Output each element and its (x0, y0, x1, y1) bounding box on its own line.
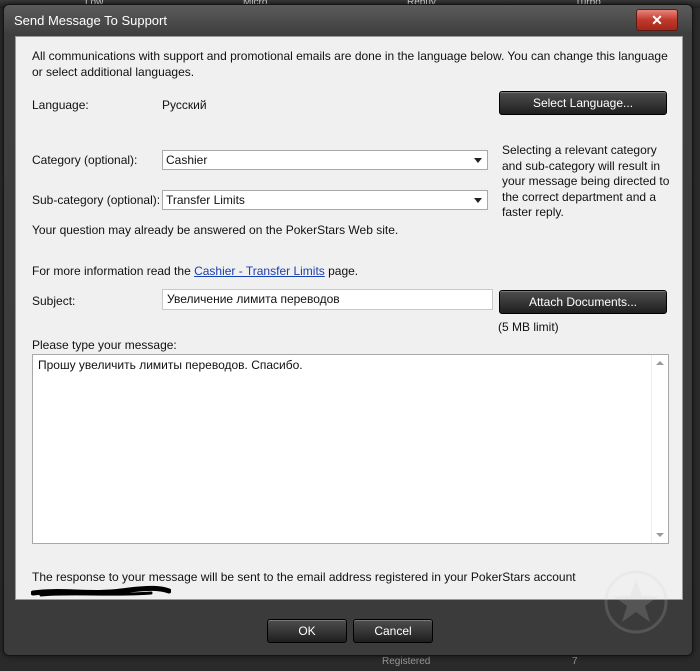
dialog-content: All communications with support and prom… (15, 36, 683, 600)
cancel-button[interactable]: Cancel (353, 619, 433, 643)
attach-documents-label: Attach Documents... (528, 295, 638, 309)
subcategory-dropdown[interactable]: Transfer Limits (162, 190, 488, 210)
background-footer (0, 655, 700, 671)
subcategory-label: Sub-category (optional): (32, 193, 161, 207)
message-textarea[interactable]: Прошу увеличить лимиты переводов. Спасиб… (32, 354, 669, 544)
message-label: Please type your message: (32, 338, 177, 352)
attach-limit-note: (5 MB limit) (498, 320, 559, 334)
more-info-prefix: For more information read the (32, 264, 195, 278)
scroll-down-icon[interactable] (656, 533, 664, 537)
cancel-label: Cancel (374, 624, 412, 638)
ok-button[interactable]: OK (267, 619, 347, 643)
subject-label: Subject: (32, 294, 76, 308)
close-button[interactable]: ✕ (636, 9, 678, 31)
category-selected: Cashier (166, 153, 208, 167)
more-info-text: For more information read the Cashier - … (32, 264, 358, 278)
category-dropdown[interactable]: Cashier (162, 150, 488, 170)
language-label: Language: (32, 98, 89, 112)
subject-input[interactable]: Увеличение лимита переводов (162, 289, 493, 310)
bg-status-text: Registered (382, 656, 431, 667)
attach-documents-button[interactable]: Attach Documents... (499, 290, 667, 314)
select-language-label: Select Language... (532, 96, 634, 110)
response-note: The response to your message will be sen… (32, 570, 576, 584)
dialog-title: Send Message To Support (14, 13, 167, 28)
faq-note: Your question may already be answered on… (32, 223, 399, 237)
language-value: Русский (162, 98, 207, 112)
message-scrollbar[interactable] (651, 355, 668, 543)
chevron-down-icon (474, 158, 482, 163)
redaction-scribble (31, 585, 171, 597)
select-language-button[interactable]: Select Language... (499, 91, 667, 115)
bg-status-number: 7 (572, 656, 578, 667)
scroll-up-icon[interactable] (656, 361, 664, 365)
message-text: Прошу увеличить лимиты переводов. Спасиб… (38, 358, 303, 372)
cashier-transfer-limits-link[interactable]: Cashier - Transfer Limits (194, 264, 325, 278)
category-label: Category (optional): (32, 153, 138, 167)
subcategory-selected: Transfer Limits (166, 193, 245, 207)
category-hint: Selecting a relevant category and sub-ca… (502, 143, 670, 219)
intro-text: All communications with support and prom… (32, 49, 668, 79)
chevron-down-icon (474, 198, 482, 203)
close-icon: ✕ (651, 11, 663, 28)
more-info-suffix: page. (324, 264, 359, 278)
send-message-dialog: Send Message To Support ✕ All communicat… (3, 4, 693, 656)
ok-label: OK (298, 624, 316, 638)
pokerstars-logo-icon (604, 570, 668, 634)
